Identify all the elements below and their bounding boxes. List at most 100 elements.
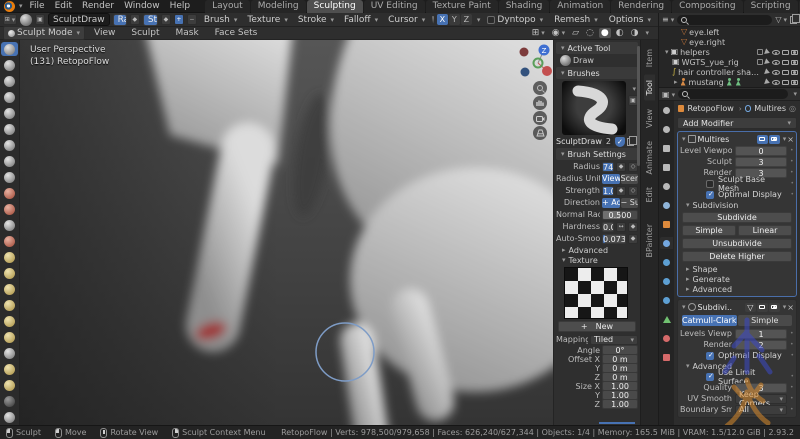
workspace-tab-layout[interactable]: Layout xyxy=(205,0,250,13)
dyntopo-menu[interactable]: Dyntopo▾ xyxy=(483,14,547,26)
pointer-toggle-icon[interactable] xyxy=(764,68,771,75)
subsurf-name[interactable]: Subdivi.. xyxy=(698,303,733,312)
expander-icon[interactable]: ▾ xyxy=(665,48,669,56)
tool-clay-strips[interactable] xyxy=(1,90,18,104)
tool-flatten[interactable] xyxy=(1,202,18,216)
subdivision-section[interactable]: ▾Subdivision xyxy=(680,200,794,210)
outliner-row-eye-right[interactable]: ▽eye.right xyxy=(659,37,800,47)
brush-name-field[interactable]: SculptDraw xyxy=(48,13,110,26)
menu-sculpt[interactable]: Sculpt xyxy=(126,28,164,38)
brush-user-count[interactable]: 2 xyxy=(604,137,613,146)
shading-material-icon[interactable]: ◐ xyxy=(614,28,626,38)
tool-draw[interactable] xyxy=(1,42,18,56)
properties-tab-modifiers[interactable] xyxy=(660,237,673,249)
tool-draw-sharp[interactable] xyxy=(1,58,18,72)
object-label[interactable]: hair controller shape xyxy=(678,68,761,77)
field-value[interactable]: 1 xyxy=(735,329,787,339)
strength-slider[interactable]: Strength 1.000 xyxy=(143,14,158,26)
breadcrumb-modifier[interactable]: Multires xyxy=(754,104,786,113)
monitor-toggle-icon[interactable] xyxy=(782,60,789,65)
menu-mask[interactable]: Mask xyxy=(170,28,203,38)
properties-tab-world[interactable] xyxy=(660,199,673,211)
checkbox-toggle-icon[interactable] xyxy=(757,49,763,55)
tool-grab[interactable] xyxy=(1,266,18,280)
new-texture-button[interactable]: +New xyxy=(558,321,636,332)
simple-subdivide-button[interactable]: Simple xyxy=(682,225,736,236)
monitor-toggle-icon[interactable] xyxy=(782,70,789,75)
simple-algorithm-button[interactable]: Simple xyxy=(738,315,793,326)
object-label[interactable]: mustang xyxy=(689,78,724,87)
use-limit-checkbox[interactable] xyxy=(706,373,714,381)
outliner-row-helpers[interactable]: ▾▣helpers xyxy=(659,47,800,57)
catmull-clark-button[interactable]: Catmull-Clark xyxy=(682,315,737,326)
outliner-filter-icon[interactable]: ▽▾ xyxy=(775,15,787,24)
sidebar-tab-view[interactable]: View xyxy=(644,104,655,133)
shading-wireframe-icon[interactable]: ◌ xyxy=(584,28,596,38)
subsurf-close-icon[interactable]: × xyxy=(787,303,794,312)
section-shape[interactable]: ▸Shape xyxy=(680,264,794,274)
tool-thumb[interactable] xyxy=(1,314,18,328)
edit-icon[interactable]: ◆ xyxy=(628,222,638,232)
radius-slider[interactable]: 74 px xyxy=(602,162,614,172)
tool-inflate[interactable] xyxy=(1,138,18,152)
multires-realtime-toggle-icon[interactable] xyxy=(757,135,768,144)
delete-higher-button[interactable]: Delete Higher xyxy=(682,251,792,262)
outliner-row-wgts-yue-rig[interactable]: ▣WGTS_yue_rig xyxy=(659,57,800,67)
direction-subtract-button[interactable]: − xyxy=(187,14,197,25)
properties-tab-material[interactable] xyxy=(660,332,673,344)
brush-preview-icon[interactable] xyxy=(20,14,32,26)
unsubdivide-button[interactable]: Unsubdivide xyxy=(682,238,792,249)
workspace-tab-animation[interactable]: Animation xyxy=(550,0,610,13)
mirror-z-toggle[interactable]: Z xyxy=(461,14,472,25)
subsurf-extras-icon[interactable]: ▾ xyxy=(783,303,787,311)
menu-file[interactable]: File xyxy=(25,1,50,11)
menu-cursor[interactable]: Cursor▾ xyxy=(384,14,429,26)
tool-clay-thumb[interactable] xyxy=(1,106,18,120)
properties-tab-scene[interactable] xyxy=(660,180,673,192)
tool-mask[interactable] xyxy=(1,394,18,408)
multires-render-toggle-icon[interactable] xyxy=(769,135,780,144)
eye-toggle-icon[interactable] xyxy=(772,80,780,85)
pointer-toggle-icon[interactable] xyxy=(764,58,771,65)
tool-fill[interactable] xyxy=(1,218,18,232)
browse-brush-icon[interactable]: ▣ xyxy=(35,14,45,25)
sculpt-base-mesh-checkbox[interactable] xyxy=(706,180,714,188)
multires-name[interactable]: Multires xyxy=(698,135,730,144)
monitor-toggle-icon[interactable] xyxy=(782,80,789,85)
subsurf-render-toggle-icon[interactable] xyxy=(769,303,780,312)
workspace-tab-scripting[interactable]: Scripting xyxy=(744,0,798,13)
tool-pinch[interactable] xyxy=(1,250,18,264)
object-label[interactable]: eye.left xyxy=(689,28,719,37)
workspace-tab-texture-paint[interactable]: Texture Paint xyxy=(426,0,498,13)
mirror-x-toggle[interactable]: X xyxy=(437,14,448,25)
workspace-tab-compositing[interactable]: Compositing xyxy=(672,0,742,13)
tool-pose[interactable] xyxy=(1,330,18,344)
zoom-button[interactable] xyxy=(533,81,547,95)
camera-toggle-icon[interactable] xyxy=(791,60,798,65)
menu-brush[interactable]: Brush▾ xyxy=(200,14,242,26)
direction-option-add[interactable]: + Add xyxy=(602,198,620,208)
menu-render[interactable]: Render xyxy=(77,1,119,11)
viewport-3d[interactable]: User Perspective (131) RetopoFlow Z xyxy=(20,40,553,425)
properties-options-icon[interactable]: ▾ xyxy=(793,90,797,98)
properties-editor-type-icon[interactable]: ▣▾ xyxy=(662,90,675,99)
field-value[interactable]: 0 xyxy=(735,146,787,156)
gizmo-dropdown-icon[interactable]: ⊞▾ xyxy=(530,28,547,38)
tool-clay[interactable] xyxy=(1,74,18,88)
object-label[interactable]: eye.right xyxy=(689,38,725,47)
brush-datablock-name[interactable]: SculptDraw xyxy=(556,137,602,146)
properties-tab-active-tool[interactable] xyxy=(660,104,673,116)
overlays-dropdown-icon[interactable]: ◉▾ xyxy=(550,28,567,38)
field-value[interactable]: 2 xyxy=(735,340,787,350)
auto-smooth-slider[interactable]: 0.073 xyxy=(602,234,626,244)
blender-logo-icon[interactable] xyxy=(4,1,15,12)
edit-icon[interactable]: ◆ xyxy=(616,186,626,196)
radius-pressure-icon[interactable]: ◆ xyxy=(130,14,140,25)
normal-rad-slider[interactable]: 0.500 xyxy=(602,210,638,220)
linear-subdivide-button[interactable]: Linear xyxy=(738,225,792,236)
pointer-toggle-icon[interactable] xyxy=(764,48,771,55)
properties-tab-view-layer[interactable] xyxy=(660,161,673,173)
sidebar-tab-animate[interactable]: Animate xyxy=(644,136,655,180)
sidebar-tab-tool[interactable]: Tool xyxy=(644,75,655,101)
properties-tab-constraints[interactable] xyxy=(660,294,673,306)
